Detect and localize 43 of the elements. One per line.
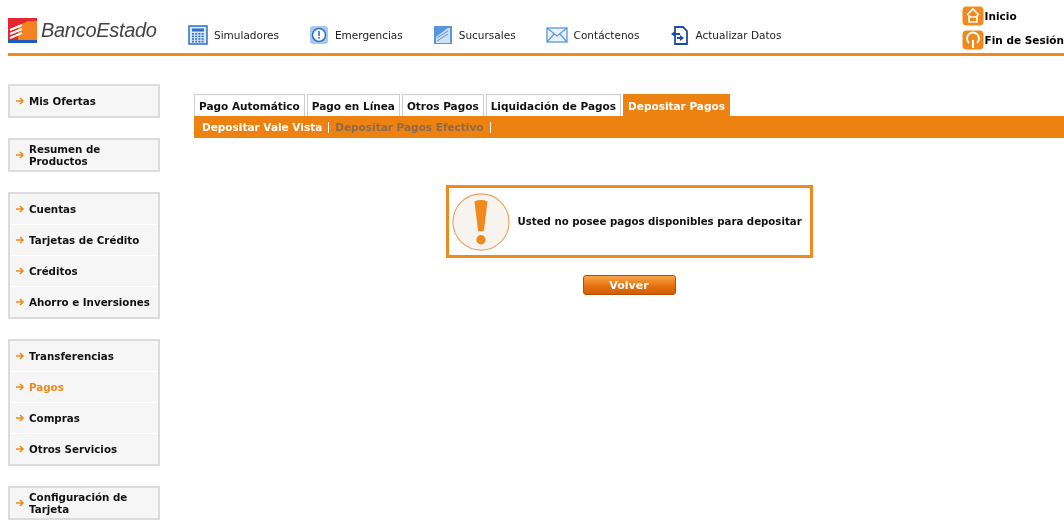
sidebar-item[interactable]: Créditos — [10, 255, 158, 286]
home-icon — [961, 6, 984, 26]
tab[interactable]: Otros Pagos — [401, 94, 484, 116]
header-link[interactable]: Fin de Sesión — [984, 34, 1064, 46]
tab[interactable]: Pago en Línea — [306, 94, 400, 116]
refresh-document-icon — [669, 25, 690, 45]
exclamation-icon — [451, 192, 510, 251]
tab[interactable]: Liquidación de Pagos — [485, 94, 622, 116]
calculator-icon — [188, 25, 208, 45]
tab[interactable]: Pago Automático — [194, 94, 305, 116]
bank-name: BancoEstado — [41, 19, 157, 42]
arrow-icon — [16, 205, 25, 213]
sidebar-item[interactable]: Transferencias — [10, 341, 158, 371]
arrow-icon — [16, 298, 25, 306]
alert-icon — [308, 25, 329, 45]
arrow-icon — [16, 97, 25, 105]
arrow-icon — [16, 445, 25, 453]
sidebar-item[interactable]: Cuentas — [10, 194, 158, 224]
arrow-icon — [16, 414, 25, 422]
arrow-icon — [16, 267, 25, 275]
sidebar-item[interactable]: Otros Servicios — [10, 433, 158, 464]
sidebar-item[interactable]: Compras — [10, 402, 158, 433]
nav-link[interactable]: Actualizar Datos — [695, 29, 782, 41]
nav-link[interactable]: Sucursales — [458, 29, 516, 41]
nav-link[interactable]: Contáctenos — [573, 29, 640, 41]
arrow-icon — [16, 151, 25, 159]
building-icon — [432, 25, 453, 45]
sidebar-item[interactable]: Resumen de Productos — [10, 140, 158, 170]
sidebar-item[interactable]: Ahorro e Inversiones — [10, 286, 158, 317]
arrow-icon — [16, 352, 25, 360]
sidebar-item[interactable]: Configuración de Tarjeta — [10, 488, 158, 518]
nav-link[interactable]: Emergencias — [334, 29, 403, 41]
bank-logo-icon — [8, 18, 37, 43]
message-text: Usted no posee pagos disponibles para depositar — [517, 216, 802, 227]
envelope-icon — [545, 26, 568, 44]
sidebar-item[interactable]: Mis Ofertas — [10, 86, 158, 116]
arrow-icon — [16, 236, 25, 244]
arrow-icon — [16, 499, 25, 507]
nav-link[interactable]: Simuladores — [214, 29, 279, 41]
header-link[interactable]: Inicio — [984, 10, 1017, 22]
sidebar-item[interactable]: Tarjetas de Crédito — [10, 224, 158, 255]
arrow-icon — [16, 383, 25, 391]
power-icon — [961, 30, 984, 50]
